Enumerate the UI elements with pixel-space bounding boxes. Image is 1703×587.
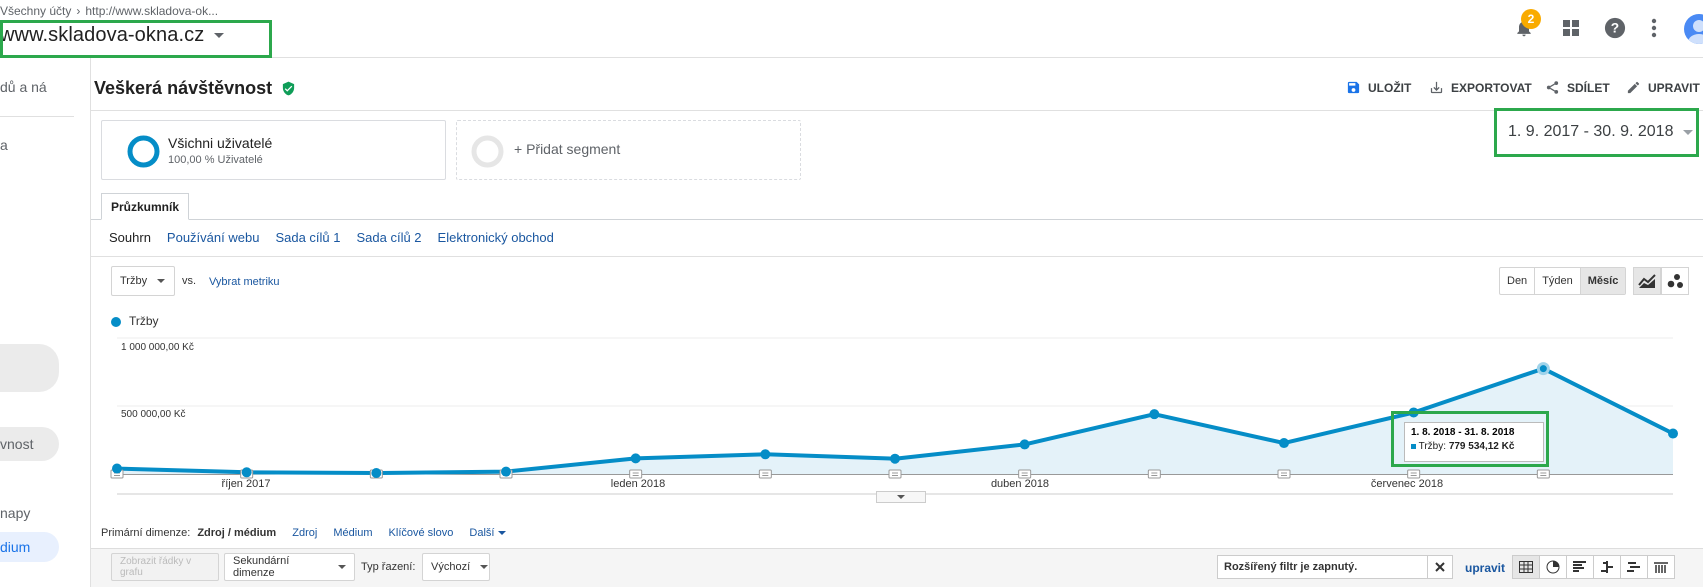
revenue-chart (110, 337, 1678, 495)
secondary-dim-caret-icon (338, 565, 346, 569)
edit-filter-link[interactable]: upravit (1465, 561, 1505, 575)
x-tick-label: duben 2018 (990, 478, 1050, 490)
x-tick-label: leden 2018 (610, 478, 666, 490)
annotation-marker-box (629, 469, 643, 479)
annotation-marker-box (758, 469, 772, 479)
y-tick-label: 500 000,00 Kč (121, 409, 186, 420)
annotation-marker (1407, 469, 1421, 479)
data-point[interactable] (630, 453, 641, 464)
data-point[interactable] (371, 467, 382, 478)
sort-caret-icon (480, 565, 489, 569)
view-comparison-button[interactable] (1593, 555, 1621, 579)
data-point[interactable] (1668, 428, 1678, 439)
data-point[interactable] (1279, 438, 1289, 449)
clear-filter-button[interactable] (1427, 555, 1453, 579)
dim-source-link[interactable]: Zdroj (292, 527, 317, 539)
dim-keyword-link[interactable]: Klíčové slovo (389, 527, 454, 539)
secondary-dim-label: Sekundární dimenze (233, 555, 290, 579)
dim-more-link[interactable]: Další (469, 527, 494, 539)
y-tick-label: 1 000 000,00 Kč (121, 342, 194, 353)
annotation-marker-box (1536, 469, 1550, 479)
sort-dropdown[interactable]: Výchozí (422, 553, 490, 581)
primary-dim-active[interactable]: Zdroj / médium (197, 527, 276, 539)
view-performance-button[interactable] (1566, 555, 1594, 579)
comparison-view-icon (1601, 561, 1613, 573)
primary-dim-label: Primární dimenze: (101, 527, 191, 539)
highlight-box-tooltip (1391, 411, 1549, 467)
view-term-cloud-button[interactable] (1620, 555, 1648, 579)
bar-view-icon (1573, 561, 1586, 572)
data-point[interactable] (1019, 439, 1030, 450)
annotation-marker (1147, 469, 1161, 479)
data-point[interactable] (1149, 409, 1160, 420)
term-cloud-icon (1627, 562, 1640, 572)
annotation-marker-box (1147, 469, 1161, 479)
view-pivot-button[interactable] (1647, 555, 1675, 579)
x-tick-label: červenec 2018 (1370, 478, 1444, 490)
data-point[interactable] (241, 467, 252, 478)
data-point[interactable] (890, 453, 900, 464)
filter-text: Rozšířený filtr je zapnutý. (1224, 561, 1358, 573)
chart-collapse-handle[interactable] (876, 491, 926, 503)
annotation-marker (1536, 469, 1550, 479)
annotation-marker-box (888, 469, 902, 479)
more-caret-icon (497, 531, 506, 536)
data-point[interactable] (1536, 362, 1550, 376)
data-point[interactable] (112, 463, 122, 474)
annotation-marker (1277, 469, 1291, 479)
chevron-down-icon (897, 495, 905, 499)
annotation-marker (1018, 469, 1032, 479)
primary-dimension-row: Primární dimenze: Zdroj / médium Zdroj M… (101, 527, 506, 539)
pivot-view-icon (1654, 562, 1668, 573)
sort-value: Výchozí (431, 561, 471, 573)
pie-view-icon (1546, 560, 1560, 574)
view-table-button[interactable] (1512, 555, 1540, 579)
table-view-icon (1519, 561, 1533, 573)
data-point[interactable] (501, 466, 511, 477)
advanced-filter-box[interactable]: Rozšířený filtr je zapnutý. (1217, 555, 1453, 579)
plot-rows-button[interactable]: Zobrazit řádky v grafu (111, 553, 219, 581)
annotation-marker (758, 469, 772, 479)
annotation-marker (629, 469, 643, 479)
sort-label: Typ řazení: (361, 561, 416, 573)
annotation-marker (888, 469, 902, 479)
annotation-marker-box (1018, 469, 1032, 479)
table-view-toggle (1512, 555, 1675, 579)
plot-rows-label: Zobrazit řádky v grafu (120, 556, 192, 578)
close-icon (1435, 562, 1445, 572)
dim-medium-link[interactable]: Médium (333, 527, 372, 539)
data-point[interactable] (760, 449, 771, 460)
x-tick-label: říjen 2017 (221, 478, 271, 490)
annotation-marker-box (1407, 469, 1421, 479)
view-percentage-button[interactable] (1539, 555, 1567, 579)
secondary-dimension-dropdown[interactable]: Sekundární dimenze (224, 553, 355, 581)
annotation-marker-box (1277, 469, 1291, 479)
